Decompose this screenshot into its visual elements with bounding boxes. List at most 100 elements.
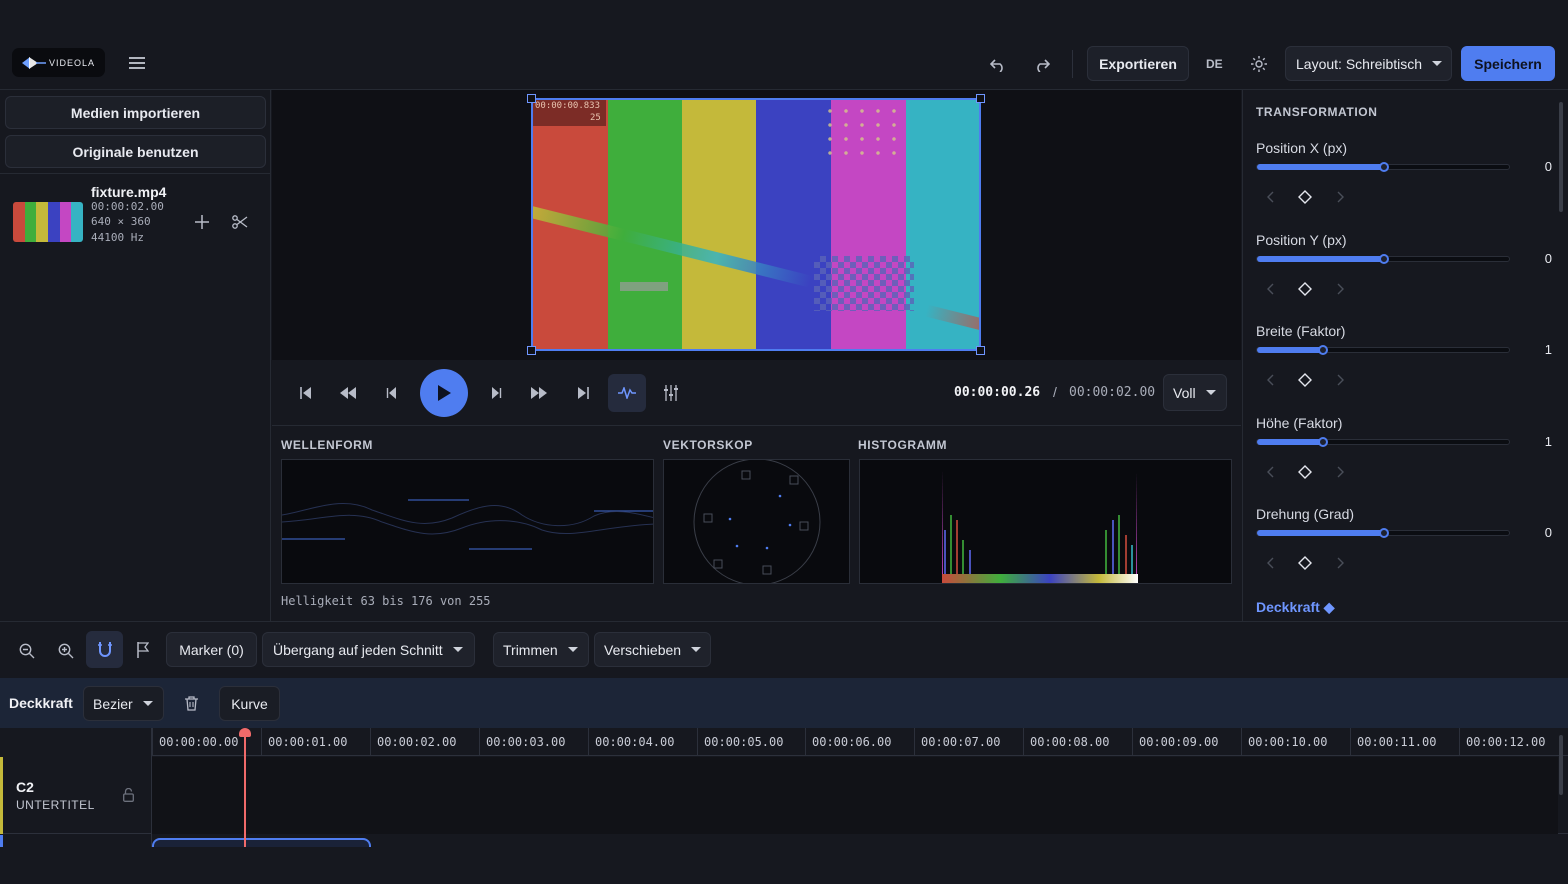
prev-keyframe-icon[interactable] <box>1262 371 1278 389</box>
slider-knob[interactable] <box>1379 528 1389 538</box>
import-media-button[interactable]: Medien importieren <box>5 96 266 129</box>
property-value[interactable]: 1 <box>1536 434 1552 449</box>
step-back-icon[interactable] <box>382 383 402 403</box>
handle-top-left[interactable] <box>527 94 536 103</box>
prev-keyframe-icon[interactable] <box>1262 188 1278 206</box>
keyframe-diamond-icon[interactable] <box>1296 371 1314 389</box>
next-keyframe-icon[interactable] <box>1332 554 1348 572</box>
skip-to-start-icon[interactable] <box>296 383 316 403</box>
slider-fill <box>1257 256 1384 262</box>
playhead-handle[interactable] <box>239 728 251 737</box>
redo-icon[interactable] <box>1031 54 1053 76</box>
property-label: Position X (px) <box>1256 140 1348 156</box>
waveform-scope <box>281 459 654 584</box>
zoom-in-icon[interactable] <box>55 640 77 662</box>
lock-icon[interactable] <box>118 785 138 805</box>
play-button[interactable] <box>420 369 468 417</box>
handle-bottom-left[interactable] <box>527 346 536 355</box>
flag-icon[interactable] <box>133 640 153 660</box>
media-duration: 00:00:02.00 <box>91 200 164 213</box>
zoom-out-icon[interactable] <box>16 640 38 662</box>
scissors-icon[interactable] <box>230 212 250 232</box>
prev-keyframe-icon[interactable] <box>1262 463 1278 481</box>
audio-waveform-toggle[interactable] <box>608 374 646 412</box>
curve-button[interactable]: Kurve <box>219 686 280 721</box>
rewind-icon[interactable] <box>337 383 359 403</box>
slider-fill <box>1257 347 1324 353</box>
property-value[interactable]: 0 <box>1536 159 1552 174</box>
keyframe-diamond-icon[interactable] <box>1296 463 1314 481</box>
ruler-tick-label: 00:00:04.00 <box>588 728 674 756</box>
transition-label: Übergang auf jeden Schnitt <box>273 641 443 658</box>
keyframe-diamond-icon[interactable] <box>1296 188 1314 206</box>
property-value[interactable]: 1 <box>1536 342 1552 357</box>
next-keyframe-icon[interactable] <box>1332 463 1348 481</box>
next-keyframe-icon[interactable] <box>1332 371 1348 389</box>
current-time: 00:00:00.26 <box>954 385 1041 400</box>
logo-text: VIDEOLA <box>49 57 96 68</box>
layout-select-label: Layout: Schreibtisch <box>1296 55 1423 72</box>
property-value[interactable]: 0 <box>1536 525 1552 540</box>
menu-icon[interactable] <box>126 53 148 73</box>
property-slider[interactable] <box>1256 528 1510 538</box>
app-logo[interactable]: VIDEOLA <box>12 48 105 77</box>
property-slider[interactable] <box>1256 345 1510 355</box>
vectorscope-title: VEKTORSKOP <box>663 438 753 452</box>
interpolation-select[interactable]: Bezier <box>83 686 164 721</box>
property-slider[interactable] <box>1256 254 1510 264</box>
layout-select[interactable]: Layout: Schreibtisch <box>1285 46 1452 81</box>
use-originals-button[interactable]: Originale benutzen <box>5 135 266 168</box>
next-track-strip <box>0 835 3 847</box>
add-to-timeline-icon[interactable] <box>192 212 212 232</box>
next-keyframe-icon[interactable] <box>1332 188 1348 206</box>
opacity-section-title[interactable]: Deckkraft ◆ <box>1256 599 1334 616</box>
transition-select[interactable]: Übergang auf jeden Schnitt <box>262 632 475 667</box>
handle-bottom-right[interactable] <box>976 346 985 355</box>
keyframe-diamond-icon[interactable] <box>1296 554 1314 572</box>
track-lane[interactable] <box>152 757 1558 834</box>
trim-label: Trimmen <box>503 641 558 658</box>
move-select[interactable]: Verschieben <box>594 632 711 667</box>
slider-fill <box>1257 164 1384 170</box>
topbar-divider <box>1072 50 1073 78</box>
media-audio-rate: 44100 Hz <box>91 231 144 244</box>
keyframe-diamond-icon[interactable] <box>1296 280 1314 298</box>
property-slider[interactable] <box>1256 437 1510 447</box>
slider-knob[interactable] <box>1318 345 1329 355</box>
trash-icon[interactable] <box>181 693 201 713</box>
playhead-line[interactable] <box>244 733 246 847</box>
panel-scrollbar[interactable] <box>1559 102 1563 212</box>
histogram-title: HISTOGRAMM <box>858 438 948 452</box>
step-forward-icon[interactable] <box>486 383 506 403</box>
marker-label: Marker (0) <box>179 641 244 658</box>
prev-keyframe-icon[interactable] <box>1262 554 1278 572</box>
slider-knob[interactable] <box>1379 162 1389 172</box>
save-label: Speichern <box>1474 55 1542 72</box>
property-slider[interactable] <box>1256 162 1510 172</box>
mixer-icon[interactable] <box>660 383 682 403</box>
chevron-down-icon <box>452 647 463 652</box>
trim-select[interactable]: Trimmen <box>493 632 589 667</box>
fast-forward-icon[interactable] <box>528 383 550 403</box>
language-toggle[interactable]: DE <box>1206 57 1223 71</box>
skip-to-end-icon[interactable] <box>573 383 593 403</box>
save-button[interactable]: Speichern <box>1461 46 1555 81</box>
ruler-tick-label: 00:00:11.00 <box>1350 728 1436 756</box>
media-resolution: 640 × 360 <box>91 215 151 228</box>
play-icon <box>438 385 451 401</box>
ruler-tick-label: 00:00:06.00 <box>805 728 891 756</box>
slider-knob[interactable] <box>1379 254 1389 264</box>
prev-keyframe-icon[interactable] <box>1262 280 1278 298</box>
ruler-tick-label: 00:00:12.00 <box>1459 728 1545 756</box>
export-button[interactable]: Exportieren <box>1087 46 1189 81</box>
zoom-select[interactable]: Voll <box>1163 374 1227 411</box>
snap-toggle[interactable] <box>86 631 123 668</box>
next-keyframe-icon[interactable] <box>1332 280 1348 298</box>
marker-button[interactable]: Marker (0) <box>166 632 257 667</box>
slider-knob[interactable] <box>1318 437 1329 447</box>
handle-top-right[interactable] <box>976 94 985 103</box>
property-value[interactable]: 0 <box>1536 251 1552 266</box>
undo-icon[interactable] <box>987 54 1009 76</box>
theme-sun-icon[interactable] <box>1248 53 1270 75</box>
ruler-tick-label: 00:00:03.00 <box>479 728 565 756</box>
